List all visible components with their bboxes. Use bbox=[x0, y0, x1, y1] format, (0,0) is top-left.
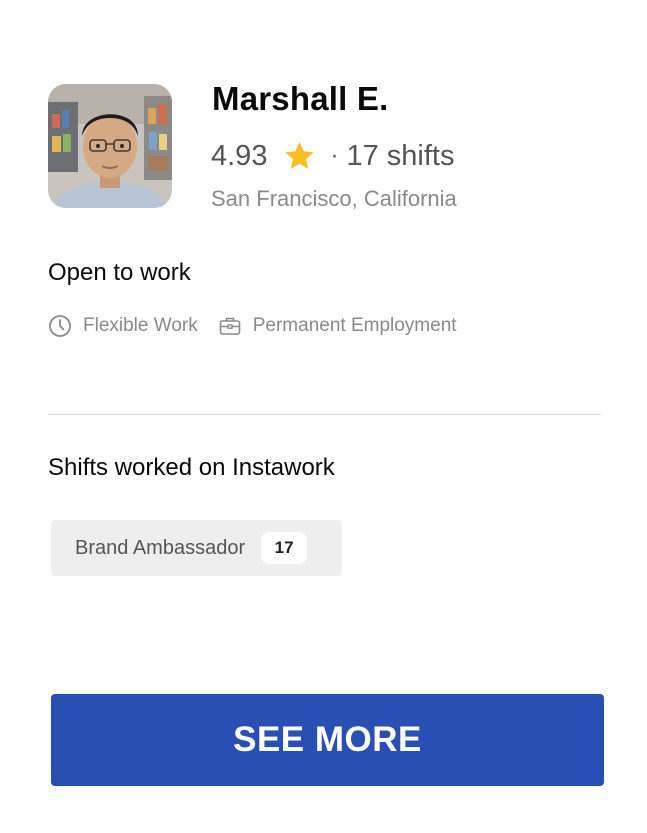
worker-location: San Francisco, California bbox=[211, 186, 457, 211]
separator-dot: · bbox=[330, 142, 339, 169]
role-count-badge: 17 bbox=[261, 532, 308, 564]
work-preference-tags: Flexible Work Permanent Employment bbox=[48, 314, 457, 338]
role-chip-brand-ambassador[interactable]: Brand Ambassador 17 bbox=[51, 520, 342, 576]
tag-label: Permanent Employment bbox=[252, 315, 457, 336]
avatar bbox=[48, 84, 172, 208]
star-icon bbox=[283, 141, 316, 172]
briefcase-icon bbox=[218, 314, 242, 338]
open-to-work-title: Open to work bbox=[48, 259, 191, 286]
worker-photo bbox=[48, 84, 172, 208]
tag-permanent-employment: Permanent Employment bbox=[218, 314, 457, 338]
worker-name: Marshall E. bbox=[212, 80, 389, 117]
rating-value: 4.93 bbox=[211, 139, 268, 172]
shifts-count: 17 shifts bbox=[346, 139, 455, 172]
role-label: Brand Ambassador bbox=[75, 536, 246, 559]
rating-summary: 4.93 · 17 shifts bbox=[211, 136, 454, 176]
tag-label: Flexible Work bbox=[83, 315, 198, 336]
clock-icon bbox=[48, 314, 72, 338]
see-more-button[interactable]: SEE MORE bbox=[51, 694, 604, 786]
shifts-worked-title: Shifts worked on Instawork bbox=[48, 454, 335, 481]
section-divider bbox=[48, 414, 601, 415]
tag-flexible-work: Flexible Work bbox=[48, 314, 198, 338]
